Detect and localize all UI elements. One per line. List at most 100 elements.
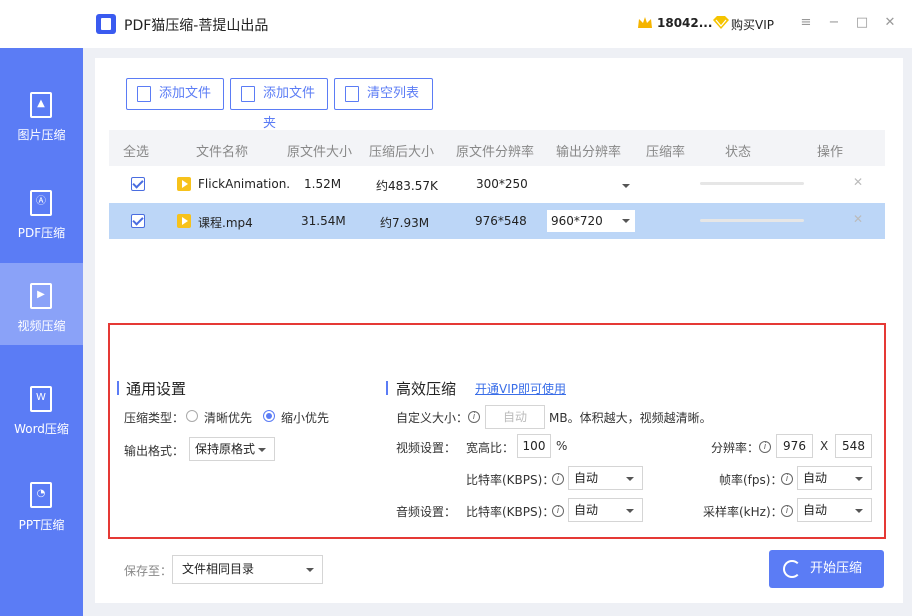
clarity-first-label: 清晰优先	[204, 411, 253, 425]
resolution-label: 分辨率：	[711, 441, 760, 455]
output-format-select[interactable]: 保持原格式	[189, 437, 275, 461]
sidebar-item-label: 视频压缩	[17, 319, 66, 333]
resolution-width-input[interactable]: 976	[776, 434, 813, 458]
video-bitrate-value: 自动	[574, 471, 599, 485]
start-compress-button[interactable]: 开始压缩	[769, 550, 884, 588]
custom-size-label: 自定义大小：	[396, 411, 469, 425]
radio-smaller-first[interactable]	[263, 410, 275, 422]
chevron-down-icon	[306, 568, 314, 572]
aspect-ratio-unit: %	[556, 439, 568, 453]
header-orig-size: 原文件大小	[287, 145, 353, 160]
start-compress-label: 开始压缩	[810, 561, 863, 576]
chevron-down-icon	[855, 477, 863, 481]
file-name: 课程.mp4	[198, 216, 253, 230]
fps-label: 帧率(fps)：	[719, 473, 783, 487]
chevron-down-icon	[258, 448, 266, 452]
radio-clarity-first[interactable]	[186, 410, 198, 422]
row-checkbox[interactable]	[131, 177, 145, 191]
header-out-res: 输出分辨率	[556, 145, 622, 160]
chevron-down-icon	[626, 477, 634, 481]
chevron-down-icon	[626, 509, 634, 513]
sidebar-item-word[interactable]: W Word压缩	[0, 366, 83, 448]
minimize-icon[interactable]: −	[826, 14, 842, 32]
sidebar-item-video[interactable]: ▶ 视频压缩	[0, 263, 83, 345]
sidebar-item-pdf[interactable]: Ⓐ PDF压缩	[0, 170, 83, 252]
output-format-label: 输出格式：	[124, 444, 185, 458]
output-resolution-select[interactable]: 960*720	[547, 210, 635, 232]
video-bitrate-select[interactable]: 自动	[568, 466, 643, 490]
resolution-dropdown-icon[interactable]	[622, 184, 630, 188]
sidebar-item-label: 图片压缩	[17, 128, 66, 142]
progress-bar	[700, 182, 804, 185]
add-folder-button[interactable]: 添加文件夹	[230, 78, 328, 131]
clear-list-button[interactable]: 清空列表	[334, 78, 433, 110]
custom-size-input[interactable]: 自动	[485, 405, 545, 429]
info-icon: i	[781, 473, 793, 485]
maximize-icon[interactable]: □	[854, 14, 870, 32]
select-all-header[interactable]: 全选	[123, 141, 149, 160]
sidebar: ▲ 图片压缩 Ⓐ PDF压缩 ▶ 视频压缩 W Word压缩 ◔ PPT压缩	[0, 48, 83, 616]
close-icon[interactable]: ✕	[882, 14, 898, 32]
smaller-first-label: 缩小优先	[281, 411, 330, 425]
chevron-down-icon	[622, 219, 630, 223]
video-bitrate-label: 比特率(KBPS)：	[466, 473, 555, 487]
sample-rate-select[interactable]: 自动	[797, 498, 872, 522]
audio-bitrate-label: 比特率(KBPS)：	[466, 505, 555, 519]
header-action: 操作	[817, 145, 844, 160]
image-file-icon: ▲	[30, 92, 52, 118]
video-file-icon	[177, 177, 191, 191]
audio-bitrate-value: 自动	[574, 503, 599, 517]
menu-icon[interactable]: ≡	[798, 14, 814, 32]
orig-size: 31.54M	[301, 214, 346, 228]
table-row[interactable]: FlickAnimation. 1.52M 约483.57K 300*250 ✕	[109, 166, 885, 202]
aspect-ratio-label: 宽高比：	[466, 441, 515, 455]
app-title: PDF猫压缩-菩提山出品	[124, 18, 269, 34]
resolution-height-input[interactable]: 548	[835, 434, 872, 458]
coin-icon	[638, 17, 652, 28]
info-icon: i	[552, 505, 564, 517]
sample-rate-label: 采样率(kHz)：	[703, 505, 783, 519]
sample-rate-value: 自动	[803, 503, 828, 517]
info-icon: i	[781, 505, 793, 517]
new-size: 约7.93M	[380, 216, 430, 230]
sidebar-item-label: PPT压缩	[18, 518, 65, 532]
advanced-settings-title: 高效压缩	[396, 380, 457, 398]
info-icon: i	[552, 473, 564, 485]
trash-icon	[345, 86, 359, 102]
sidebar-item-label: PDF压缩	[17, 226, 66, 240]
video-file-icon	[177, 214, 191, 228]
clear-list-label: 清空列表	[367, 86, 420, 101]
ppt-file-icon: ◔	[30, 482, 52, 508]
sidebar-item-ppt[interactable]: ◔ PPT压缩	[0, 462, 83, 544]
fps-select[interactable]: 自动	[797, 466, 872, 490]
output-format-value: 保持原格式	[195, 442, 256, 456]
open-vip-link[interactable]: 开通VIP即可使用	[475, 380, 566, 397]
add-file-button[interactable]: 添加文件	[126, 78, 224, 110]
compress-type-label: 压缩类型：	[124, 411, 185, 425]
audio-bitrate-select[interactable]: 自动	[568, 498, 643, 522]
section-marker	[117, 381, 119, 395]
orig-size: 1.52M	[304, 177, 342, 191]
video-file-icon: ▶	[30, 283, 52, 309]
orig-resolution: 300*250	[476, 177, 528, 191]
remove-row-icon[interactable]: ✕	[853, 212, 863, 226]
custom-size-hint: MB。体积越大，视频越清晰。	[549, 411, 712, 425]
general-settings-title: 通用设置	[126, 380, 187, 398]
chevron-down-icon	[855, 509, 863, 513]
word-file-icon: W	[30, 386, 52, 412]
save-location-select[interactable]: 文件相同目录	[172, 555, 323, 584]
remove-row-icon[interactable]: ✕	[853, 175, 863, 189]
add-folder-icon	[241, 86, 255, 102]
table-row[interactable]: 课程.mp4 31.54M 约7.93M 976*548 960*720 ✕	[109, 203, 885, 239]
sidebar-item-image[interactable]: ▲ 图片压缩	[0, 72, 83, 154]
refresh-icon	[783, 560, 801, 578]
save-location-value: 文件相同目录	[182, 562, 255, 576]
pdf-file-icon: Ⓐ	[30, 190, 52, 216]
buy-vip-link[interactable]: 购买VIP	[731, 16, 774, 33]
info-icon: i	[468, 411, 480, 423]
file-name: FlickAnimation.	[198, 177, 291, 191]
video-settings-label: 视频设置：	[396, 441, 457, 455]
aspect-ratio-input[interactable]: 100	[517, 434, 551, 458]
row-checkbox[interactable]	[131, 214, 145, 228]
add-file-label: 添加文件	[159, 86, 212, 101]
